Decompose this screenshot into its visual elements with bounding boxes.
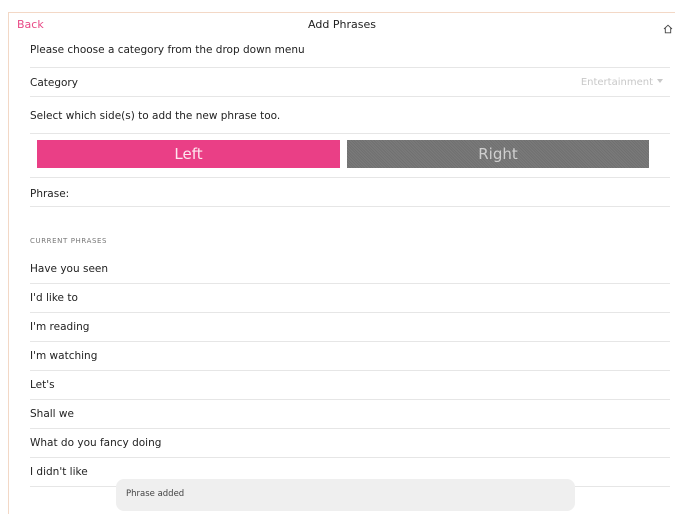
phrase-list-item[interactable]: What do you fancy doing [30,429,670,458]
phrase-row: Phrase: [30,178,670,207]
category-instruction: Please choose a category from the drop d… [30,44,305,56]
category-row[interactable]: Category Entertainment [30,68,670,97]
phrase-list-item[interactable]: I'm reading [30,313,670,342]
category-dropdown[interactable]: Entertainment [581,77,663,88]
category-instruction-row: Please choose a category from the drop d… [30,41,670,68]
side-selector: Left Right [30,134,670,178]
phrase-input[interactable] [90,184,670,204]
side-instruction: Select which side(s) to add the new phra… [30,110,281,122]
home-icon[interactable] [663,19,673,34]
phrase-list-item[interactable]: I'd like to [30,284,670,313]
phrase-label: Phrase: [30,188,70,200]
page-title: Add Phrases [308,18,376,31]
current-phrases-list: Have you seen I'd like to I'm reading I'… [30,255,670,487]
right-side-button[interactable]: Right [347,140,649,168]
category-value: Entertainment [580,77,653,88]
category-label: Category [30,77,78,89]
frame-left-border [8,12,9,514]
current-phrases-header: CURRENT PHRASES [30,237,108,245]
navigation-bar: Back Add Phrases [9,13,675,41]
caret-down-icon [657,79,663,83]
phrase-list-item[interactable]: Shall we [30,400,670,429]
phrase-list-item[interactable]: Let's [30,371,670,400]
left-side-button[interactable]: Left [37,140,340,168]
side-instruction-row: Select which side(s) to add the new phra… [30,97,670,134]
toast-notification: Phrase added [116,479,575,511]
phrase-list-item[interactable]: Have you seen [30,255,670,284]
phrase-list-item[interactable]: I'm watching [30,342,670,371]
